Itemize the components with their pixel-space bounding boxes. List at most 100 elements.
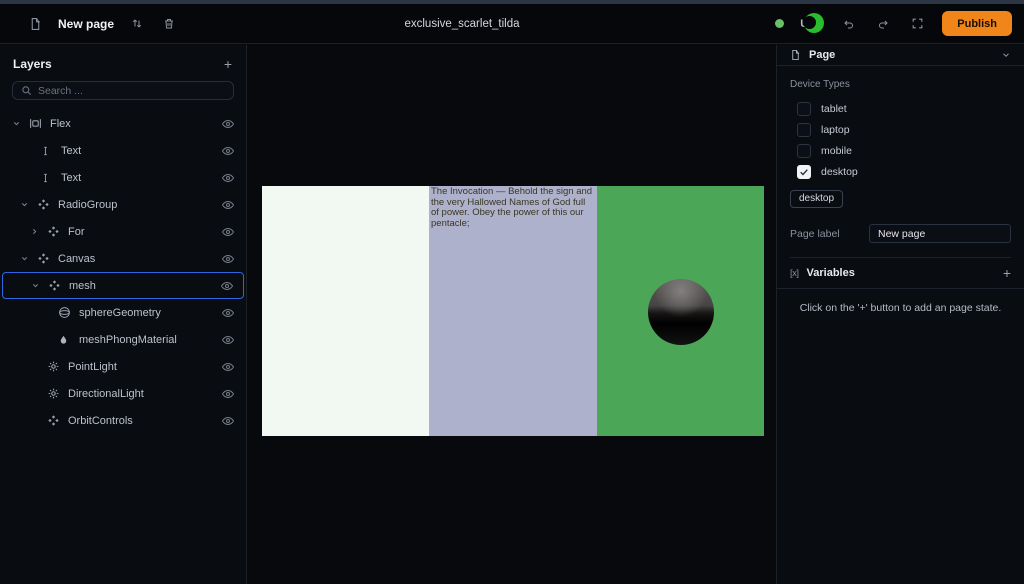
layer-row-flex[interactable]: Flex bbox=[0, 110, 246, 137]
layer-label: meshPhongMaterial bbox=[79, 334, 222, 346]
layer-row-mesh-selected[interactable]: mesh bbox=[2, 272, 244, 299]
layers-search[interactable] bbox=[12, 81, 234, 100]
page-panel-title: Page bbox=[809, 49, 993, 61]
fullscreen-icon[interactable] bbox=[908, 15, 926, 33]
checkbox-mobile[interactable] bbox=[797, 144, 811, 158]
checkbox-laptop[interactable] bbox=[797, 123, 811, 137]
checkbox-label: mobile bbox=[821, 145, 852, 157]
layer-row-canvas[interactable]: Canvas bbox=[0, 245, 246, 272]
eye-icon[interactable] bbox=[222, 118, 234, 130]
canvas-viewport[interactable]: The Invocation — Behold the sign and the… bbox=[247, 45, 776, 584]
layer-label: PointLight bbox=[68, 361, 222, 373]
component-icon bbox=[37, 252, 56, 265]
user-avatar[interactable]: U bbox=[800, 13, 824, 35]
layer-label: Flex bbox=[50, 118, 222, 130]
eye-icon[interactable] bbox=[222, 172, 234, 184]
layer-label: mesh bbox=[69, 280, 221, 292]
swap-page-icon[interactable] bbox=[128, 15, 146, 33]
app-window: New page exclusive_scarlet_tilda U bbox=[0, 0, 1024, 584]
component-icon bbox=[37, 198, 56, 211]
artboard-column-3[interactable] bbox=[597, 186, 764, 436]
checkbox-label: laptop bbox=[821, 124, 850, 136]
layer-row-text[interactable]: Text bbox=[0, 137, 246, 164]
sphere-geometry-icon bbox=[58, 306, 77, 319]
page-panel-header[interactable]: Page bbox=[777, 45, 1024, 66]
chevron-down-icon[interactable] bbox=[20, 200, 37, 209]
layer-row-directionallight[interactable]: DirectionalLight bbox=[0, 380, 246, 407]
device-type-mobile[interactable]: mobile bbox=[797, 140, 1011, 161]
3d-sphere[interactable] bbox=[648, 279, 714, 345]
undo-icon[interactable] bbox=[840, 15, 858, 33]
layers-title: Layers bbox=[13, 57, 52, 71]
layer-row-spheregeometry[interactable]: sphereGeometry bbox=[0, 299, 246, 326]
layer-label: Text bbox=[61, 172, 222, 184]
eye-icon[interactable] bbox=[222, 145, 234, 157]
search-input[interactable] bbox=[38, 85, 225, 97]
status-dot bbox=[775, 19, 784, 28]
device-type-desktop[interactable]: desktop bbox=[797, 161, 1011, 182]
eye-icon[interactable] bbox=[222, 307, 234, 319]
variables-icon: [x] bbox=[790, 268, 799, 279]
layer-row-for[interactable]: For bbox=[0, 218, 246, 245]
chevron-down-icon[interactable] bbox=[12, 119, 29, 128]
component-icon bbox=[47, 414, 66, 427]
artboard-column-1[interactable] bbox=[262, 186, 429, 436]
device-type-tablet[interactable]: tablet bbox=[797, 98, 1011, 119]
eye-icon[interactable] bbox=[222, 415, 234, 427]
eye-icon[interactable] bbox=[222, 334, 234, 346]
layer-row-orbitcontrols[interactable]: OrbitControls bbox=[0, 407, 246, 434]
chevron-right-icon[interactable] bbox=[30, 227, 47, 236]
page-label-label: Page label bbox=[790, 228, 840, 240]
component-icon bbox=[48, 279, 67, 292]
layer-row-pointlight[interactable]: PointLight bbox=[0, 353, 246, 380]
artboard[interactable]: The Invocation — Behold the sign and the… bbox=[262, 186, 764, 436]
eye-icon[interactable] bbox=[222, 226, 234, 238]
checkbox-label: tablet bbox=[821, 103, 847, 115]
device-type-laptop[interactable]: laptop bbox=[797, 119, 1011, 140]
current-page-name[interactable]: New page bbox=[58, 17, 114, 31]
artboard-column-2[interactable]: The Invocation — Behold the sign and the… bbox=[429, 186, 597, 436]
chevron-down-icon[interactable] bbox=[31, 281, 48, 290]
layer-label: DirectionalLight bbox=[68, 388, 222, 400]
delete-page-icon[interactable] bbox=[160, 15, 178, 33]
layer-row-radiogroup[interactable]: RadioGroup bbox=[0, 191, 246, 218]
chevron-down-icon[interactable] bbox=[1001, 50, 1011, 60]
active-device-chip[interactable]: desktop bbox=[790, 190, 843, 208]
layer-label: Text bbox=[61, 145, 222, 157]
invocation-text[interactable]: The Invocation — Behold the sign and the… bbox=[429, 186, 597, 230]
checkbox-tablet[interactable] bbox=[797, 102, 811, 116]
layer-label: For bbox=[68, 226, 222, 238]
flex-container-icon bbox=[29, 117, 48, 130]
layer-label: Canvas bbox=[58, 253, 222, 265]
light-icon bbox=[47, 387, 66, 400]
light-icon bbox=[47, 360, 66, 373]
add-layer-button[interactable]: + bbox=[224, 57, 232, 71]
checkbox-label: desktop bbox=[821, 166, 858, 178]
eye-icon[interactable] bbox=[222, 361, 234, 373]
eye-icon[interactable] bbox=[222, 199, 234, 211]
page-label-input[interactable] bbox=[869, 224, 1011, 243]
layer-label: OrbitControls bbox=[68, 415, 222, 427]
layers-panel: Layers + Flex Text bbox=[0, 45, 247, 584]
search-icon bbox=[21, 85, 32, 96]
eye-icon[interactable] bbox=[222, 388, 234, 400]
page-state-empty-hint: Click on the '+' button to add an page s… bbox=[777, 289, 1024, 327]
checkbox-desktop-checked[interactable] bbox=[797, 165, 811, 179]
publish-button[interactable]: Publish bbox=[942, 11, 1012, 36]
eye-icon[interactable] bbox=[222, 253, 234, 265]
material-droplet-icon bbox=[58, 334, 77, 346]
layer-row-text[interactable]: Text bbox=[0, 164, 246, 191]
page-file-icon[interactable] bbox=[26, 15, 44, 33]
layer-row-meshphongmaterial[interactable]: meshPhongMaterial bbox=[0, 326, 246, 353]
chevron-down-icon[interactable] bbox=[20, 254, 37, 263]
component-icon bbox=[47, 225, 66, 238]
topbar: New page exclusive_scarlet_tilda U bbox=[0, 4, 1024, 44]
eye-icon[interactable] bbox=[221, 280, 233, 292]
variables-section-header[interactable]: [x] Variables + bbox=[777, 258, 1024, 288]
add-variable-button[interactable]: + bbox=[1003, 266, 1011, 280]
layer-label: sphereGeometry bbox=[79, 307, 222, 319]
redo-icon[interactable] bbox=[874, 15, 892, 33]
page-label-field-row: Page label bbox=[790, 224, 1011, 243]
page-icon bbox=[790, 49, 801, 61]
text-icon bbox=[40, 172, 59, 184]
